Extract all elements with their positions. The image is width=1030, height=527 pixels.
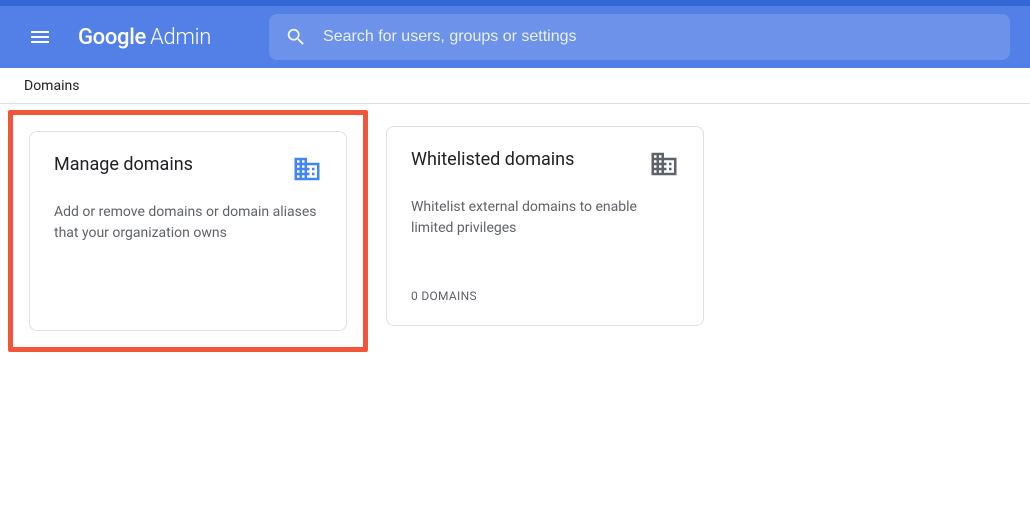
card-title: Manage domains xyxy=(54,154,193,175)
card-manage-domains[interactable]: Manage domains Add or remove domains or … xyxy=(29,131,347,331)
card-description: Whitelist external domains to enable lim… xyxy=(411,197,679,239)
card-whitelisted-domains[interactable]: Whitelisted domains Whitelist external d… xyxy=(386,126,704,326)
logo-secondary-text: Admin xyxy=(150,25,211,50)
breadcrumb-bar: Domains xyxy=(0,68,1030,104)
page-title: Domains xyxy=(24,78,79,94)
top-app-bar: Google Admin xyxy=(0,6,1030,68)
card-description: Add or remove domains or domain aliases … xyxy=(54,202,322,244)
hamburger-menu-button[interactable] xyxy=(20,17,60,57)
card-title: Whitelisted domains xyxy=(411,149,574,170)
annotation-highlight: Manage domains Add or remove domains or … xyxy=(8,110,368,352)
domain-icon xyxy=(649,149,679,183)
search-bar[interactable] xyxy=(269,14,1010,60)
card-header: Manage domains xyxy=(54,154,322,188)
search-input[interactable] xyxy=(323,28,994,46)
logo-primary-text: Google xyxy=(78,25,146,50)
search-icon xyxy=(285,26,307,48)
main-content: Manage domains Add or remove domains or … xyxy=(0,104,1030,374)
menu-icon xyxy=(28,25,52,49)
card-footer-count: 0 DOMAINS xyxy=(411,289,679,303)
domain-icon xyxy=(292,154,322,188)
app-logo[interactable]: Google Admin xyxy=(78,25,211,50)
card-header: Whitelisted domains xyxy=(411,149,679,183)
